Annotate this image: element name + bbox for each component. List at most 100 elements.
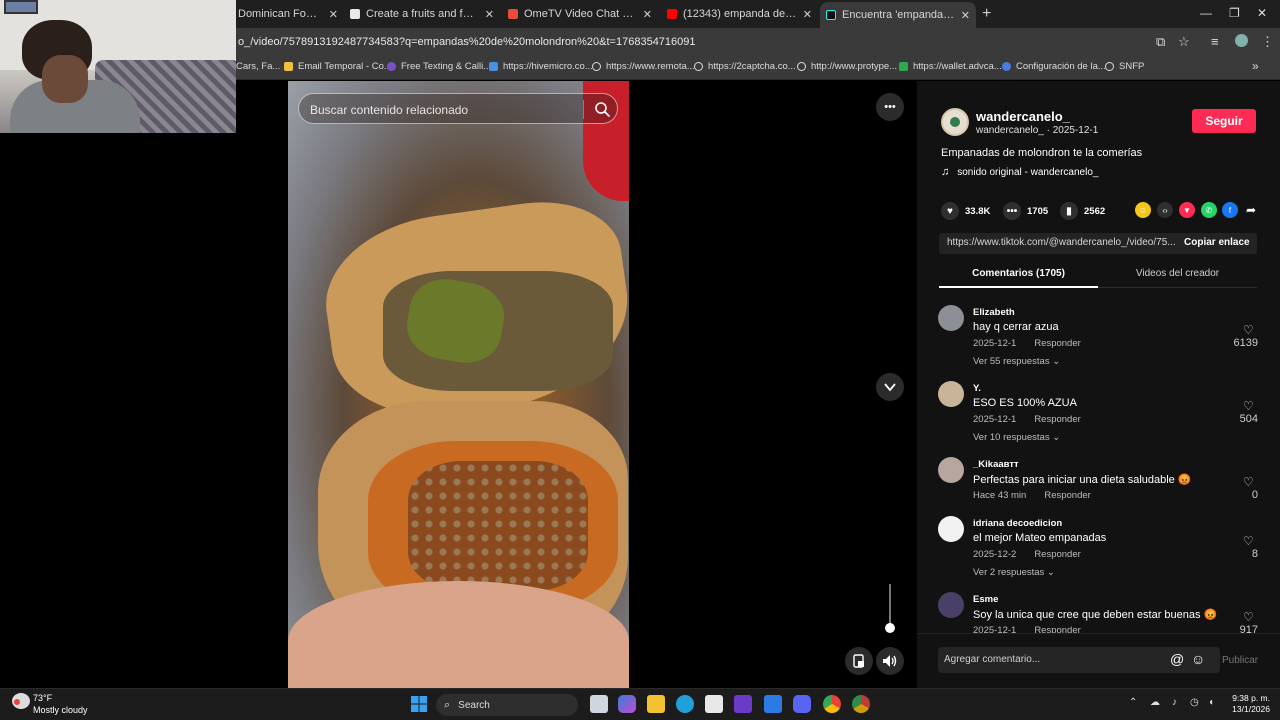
bookmark-item[interactable]: http://www.protype...	[797, 61, 897, 72]
restore-icon[interactable]: ❐	[1229, 6, 1240, 20]
video-link-text[interactable]: https://www.tiktok.com/@wandercanelo_/vi…	[947, 237, 1179, 248]
comment-input[interactable]: Agregar comentario... @ ☺	[938, 647, 1220, 673]
emoji-icon[interactable]: ☺	[1191, 651, 1205, 667]
browser-tab[interactable]: Create a fruits and foods and d ✕	[350, 4, 494, 24]
close-icon[interactable]: ✕	[961, 9, 970, 22]
file-explorer-icon[interactable]	[647, 695, 665, 713]
related-search-bar[interactable]: Buscar contenido relacionado	[298, 93, 618, 124]
weather-widget[interactable]	[12, 693, 34, 709]
more-options-button[interactable]: •••	[876, 93, 904, 121]
tray-overflow-icon[interactable]: ⌃	[1129, 697, 1137, 708]
sound-link[interactable]: ♫ sonido original - wandercanelo_	[941, 166, 1098, 178]
tab-comments[interactable]: Comentarios (1705)	[939, 268, 1098, 279]
bookmark-item[interactable]: Configuración de la...	[1002, 61, 1106, 72]
comments-list[interactable]: Elizabeth hay q cerrar azua 2025-12-1 Res…	[917, 297, 1280, 633]
reply-button[interactable]: Responder	[1034, 338, 1080, 349]
browser-tab[interactable]: Dominican Food - Con ✕	[238, 4, 338, 24]
close-icon[interactable]: ✕	[485, 8, 494, 21]
taskbar-search[interactable]: ⌕ Search	[436, 694, 578, 716]
volume-slider-handle[interactable]	[885, 623, 895, 633]
follow-button[interactable]: Seguir	[1192, 109, 1256, 133]
browser-tab[interactable]: (12343) empanda de molondro ✕	[667, 4, 812, 24]
more-bookmarks-icon[interactable]: »	[1252, 59, 1259, 73]
chrome-icon[interactable]	[823, 695, 841, 713]
commenter-name[interactable]: Elizabeth	[973, 307, 1015, 318]
commenter-avatar[interactable]	[938, 592, 964, 618]
volume-icon[interactable]: ◖	[1208, 697, 1214, 708]
commenter-avatar[interactable]	[938, 305, 964, 331]
browser-tab-active[interactable]: Encuentra 'empandas de m ✕	[820, 2, 976, 28]
mention-icon[interactable]: @	[1170, 651, 1184, 667]
heart-icon[interactable]: ♡	[1243, 399, 1254, 413]
chrome-icon[interactable]	[852, 695, 870, 713]
bookmark-item[interactable]: Cars, Fa...	[236, 61, 280, 72]
store-icon[interactable]	[705, 695, 723, 713]
mini-player-button[interactable]	[845, 647, 873, 675]
whatsapp-icon[interactable]: ✆	[1201, 202, 1217, 218]
microphone-icon[interactable]: ♪	[1172, 697, 1177, 708]
edge-icon[interactable]	[676, 695, 694, 713]
heart-icon[interactable]: ♡	[1243, 475, 1254, 489]
reply-button[interactable]: Responder	[1034, 549, 1080, 560]
profile-avatar[interactable]	[1235, 34, 1248, 47]
embed-icon[interactable]: ‹›	[1157, 202, 1173, 218]
bookmark-item[interactable]: https://wallet.advca...	[899, 61, 1002, 72]
bookmark-item[interactable]: SNFP	[1105, 61, 1144, 72]
commenter-avatar[interactable]	[938, 516, 964, 542]
commenter-name[interactable]: _Kikaавтт	[973, 459, 1019, 470]
onedrive-icon[interactable]: ☁	[1150, 697, 1160, 708]
reply-button[interactable]: Responder	[1034, 625, 1080, 633]
media-icon[interactable]: ≡	[1211, 34, 1219, 49]
repost-icon[interactable]: ☺	[1135, 202, 1151, 218]
reply-button[interactable]: Responder	[1034, 414, 1080, 425]
install-icon[interactable]: ⧉	[1156, 34, 1165, 50]
copy-link-button[interactable]: Copiar enlace	[1184, 237, 1250, 248]
app-icon[interactable]	[734, 695, 752, 713]
tab-creator-videos[interactable]: Videos del creador	[1098, 268, 1257, 279]
bookmark-item[interactable]: https://hivemicro.co...	[489, 61, 593, 72]
view-replies-button[interactable]: Ver 2 respuestas ⌄	[973, 567, 1055, 578]
heart-icon[interactable]: ♡	[1243, 323, 1254, 337]
comment-button[interactable]: ••• 1705	[1003, 202, 1048, 220]
new-tab-button[interactable]: +	[982, 5, 991, 23]
view-replies-button[interactable]: Ver 10 respuestas ⌄	[973, 432, 1060, 443]
commenter-name[interactable]: idriana decoedicion	[973, 518, 1062, 529]
bookmark-item[interactable]: https://2captcha.co...	[694, 61, 796, 72]
bookmark-item[interactable]: Email Temporal - Co...	[284, 61, 392, 72]
video-player[interactable]	[288, 81, 629, 688]
commenter-avatar[interactable]	[938, 457, 964, 483]
publish-button[interactable]: Publicar	[1222, 655, 1258, 666]
system-clock[interactable]: 9:38 p. m. 13/1/2026	[1228, 693, 1270, 715]
creator-avatar[interactable]	[941, 108, 969, 136]
heart-icon[interactable]: ♡	[1243, 534, 1254, 548]
view-replies-button[interactable]: Ver 55 respuestas ⌄	[973, 356, 1060, 367]
url-field[interactable]: o_/video/7578913192487734583?q=empandas%…	[238, 36, 696, 48]
search-icon[interactable]	[593, 100, 611, 118]
creator-username[interactable]: wandercanelo_	[976, 109, 1070, 124]
bookmark-star-icon[interactable]: ☆	[1178, 34, 1190, 50]
minimize-icon[interactable]: —	[1200, 6, 1212, 20]
browser-tab[interactable]: OmeTV Video Chat — Omegle ✕	[508, 4, 652, 24]
next-video-button[interactable]	[876, 373, 904, 401]
close-icon[interactable]: ✕	[643, 8, 652, 21]
search-input[interactable]: Buscar contenido relacionado	[310, 103, 468, 117]
volume-button[interactable]	[876, 647, 904, 675]
copilot-icon[interactable]	[618, 695, 636, 713]
windows-start-icon[interactable]	[410, 695, 428, 713]
save-button[interactable]: ▮ 2562	[1060, 202, 1105, 220]
discord-icon[interactable]	[793, 695, 811, 713]
commenter-avatar[interactable]	[938, 381, 964, 407]
heart-icon[interactable]: ♡	[1243, 610, 1254, 624]
close-window-icon[interactable]: ✕	[1257, 6, 1267, 20]
commenter-name[interactable]: Esme	[973, 594, 998, 605]
task-view-icon[interactable]	[590, 695, 608, 713]
mail-icon[interactable]	[764, 695, 782, 713]
share-arrow-icon[interactable]: ➦	[1243, 202, 1259, 218]
close-icon[interactable]: ✕	[329, 8, 338, 21]
like-button[interactable]: ♥ 33.8K	[941, 202, 990, 220]
bookmark-item[interactable]: Free Texting & Calli...	[387, 61, 491, 72]
close-icon[interactable]: ✕	[803, 8, 812, 21]
menu-icon[interactable]: ⋮	[1261, 34, 1274, 50]
commenter-name[interactable]: Y.	[973, 383, 981, 394]
bookmark-item[interactable]: https://www.remota...	[592, 61, 695, 72]
